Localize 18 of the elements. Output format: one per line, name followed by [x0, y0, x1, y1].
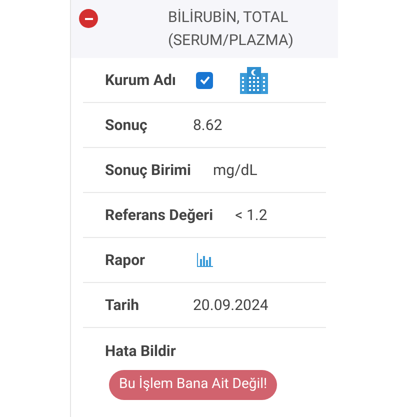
field-label: Kurum Adı [105, 70, 176, 91]
field-value: 20.09.2024 [193, 294, 268, 316]
field-label: Sonuç Birimi [105, 160, 192, 181]
field-label: Rapor [105, 250, 146, 271]
field-value: < 1.2 [235, 204, 268, 226]
field-value: mg/dL [213, 160, 258, 181]
checkbox[interactable] [196, 72, 214, 88]
check-icon [198, 74, 211, 86]
field-label: Sonuç [105, 114, 148, 136]
field-label: Tarih [105, 294, 140, 316]
report-error-button[interactable]: Bu İşlem Bana Ait Değil! [109, 370, 278, 400]
hospital-icon [239, 65, 270, 95]
collapse-icon[interactable] [79, 9, 98, 28]
bar-chart-icon[interactable] [197, 253, 213, 267]
field-value: 8.62 [193, 114, 222, 136]
field-label: Referans Değeri [105, 204, 214, 226]
test-title: BİLİRUBİN, TOTAL (SERUM/PLAZMA) [168, 7, 295, 51]
field-label: Hata Bildir [105, 341, 177, 362]
